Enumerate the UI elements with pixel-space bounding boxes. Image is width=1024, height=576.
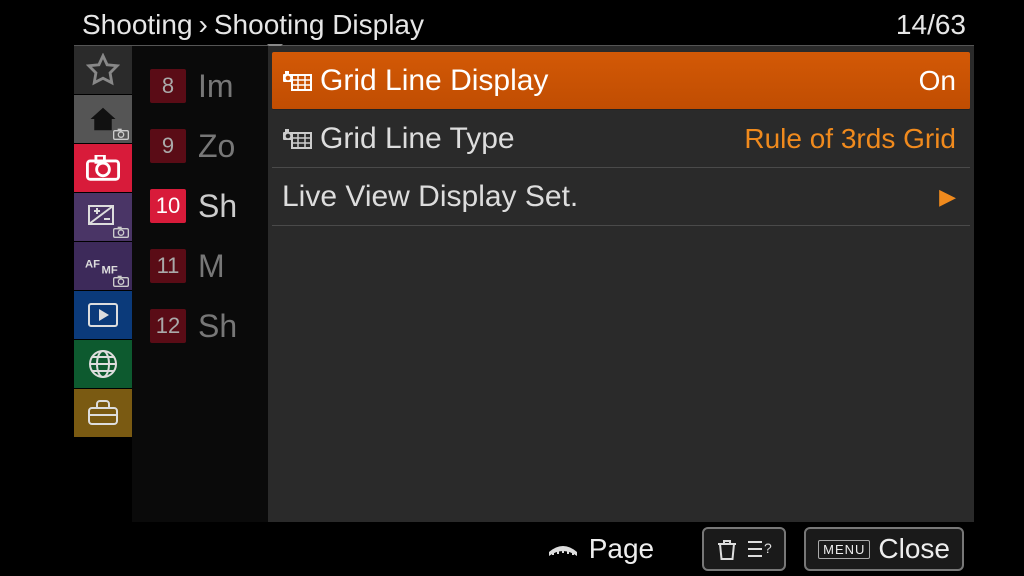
submenu-label: Im [198, 68, 234, 105]
page-hint: Page [543, 533, 654, 565]
tab-favorites[interactable] [74, 46, 132, 94]
submenu-item[interactable]: 9 Zo [132, 116, 268, 176]
submenu-item-active[interactable]: 10 Sh [132, 176, 268, 236]
submenu-number: 10 [150, 189, 186, 223]
trash-icon [716, 537, 738, 561]
svg-text:AF: AF [85, 259, 100, 271]
submenu-label: Sh [198, 308, 237, 345]
close-label: Close [878, 533, 950, 565]
breadcrumb-bar: Shooting › Shooting Display 14/63 [74, 0, 974, 46]
submenu-number: 8 [150, 69, 186, 103]
page-label: Page [589, 533, 654, 565]
breadcrumb-root[interactable]: Shooting [82, 9, 193, 41]
setting-label: Live View Display Set. [282, 180, 578, 214]
dial-icon [543, 538, 583, 560]
breadcrumb-separator: › [199, 9, 208, 41]
submenu-item[interactable]: 8 Im [132, 56, 268, 116]
camera-grid-icon [282, 67, 312, 95]
setting-grid-line-type[interactable]: Grid Line Type Rule of 3rds Grid [272, 110, 970, 168]
tab-exposure[interactable] [74, 193, 132, 241]
camera-icon [113, 128, 129, 140]
submenu-label: Zo [198, 128, 235, 165]
play-icon [87, 302, 119, 328]
camera-icon [113, 275, 129, 287]
breadcrumb-current: Shooting Display [214, 9, 424, 41]
tab-main[interactable] [74, 95, 132, 143]
tab-setup[interactable] [74, 389, 132, 437]
submenu-number: 9 [150, 129, 186, 163]
svg-text:?: ? [764, 540, 772, 556]
setting-live-view-display[interactable]: Live View Display Set. ▶ [272, 168, 970, 226]
menu-chip: MENU [818, 540, 870, 559]
tab-shooting[interactable] [74, 144, 132, 192]
settings-panel: Grid Line Display On Grid Line Type Rule… [268, 46, 974, 522]
submenu-item[interactable]: 11 M [132, 236, 268, 296]
setting-label: Grid Line Type [320, 122, 515, 156]
setting-grid-line-display[interactable]: Grid Line Display On [272, 52, 970, 110]
globe-icon [87, 348, 119, 380]
submenu-item[interactable]: 12 Sh [132, 296, 268, 356]
close-button[interactable]: MENU Close [804, 527, 964, 571]
chevron-right-icon: ▶ [939, 184, 956, 210]
submenu-number: 12 [150, 309, 186, 343]
page-counter: 14/63 [896, 9, 966, 41]
setting-value: Rule of 3rds Grid [744, 123, 956, 155]
camera-icon [86, 155, 120, 181]
help-list-icon: ? [746, 538, 772, 560]
camera-icon [113, 226, 129, 238]
tab-playback[interactable] [74, 291, 132, 339]
setting-label: Grid Line Display [320, 64, 548, 98]
toolbox-icon [86, 399, 120, 427]
camera-grid-icon [282, 125, 312, 153]
submenu-label: Sh [198, 188, 237, 225]
tab-network[interactable] [74, 340, 132, 388]
submenu-label: M [198, 248, 225, 285]
submenu-list: 8 Im 9 Zo 10 Sh 11 M 12 Sh [132, 46, 268, 522]
setting-value: On [919, 65, 956, 97]
star-icon [86, 53, 120, 87]
category-tabs: AFMF [74, 46, 132, 522]
submenu-number: 11 [150, 249, 186, 283]
tab-focus[interactable]: AFMF [74, 242, 132, 290]
help-button[interactable]: ? [702, 527, 786, 571]
footer-bar: Page ? MENU Close [74, 522, 974, 576]
